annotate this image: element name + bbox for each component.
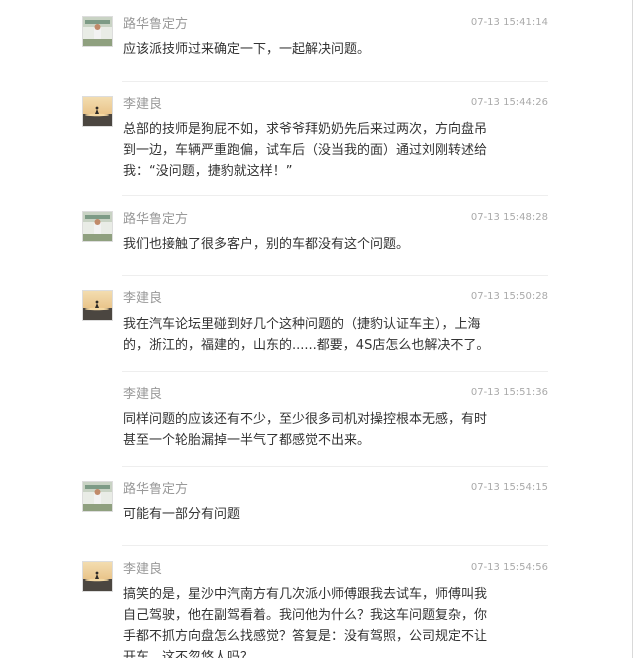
author-name[interactable]: 路华鲁定方	[123, 212, 188, 228]
divider	[122, 466, 548, 467]
post-timestamp: 07-13 15:44:26	[470, 97, 548, 108]
comment-item: 路华鲁定方 07-13 15:41:14 应该派技师过来确定一下，一起解决问题。	[82, 16, 548, 76]
divider	[122, 81, 548, 82]
divider	[122, 275, 548, 276]
post-timestamp: 07-13 15:54:56	[470, 562, 548, 573]
comment-text: 我们也接触了很多客户，别的车都没有这个问题。	[123, 237, 410, 252]
comment-item: 路华鲁定方 07-13 15:54:15 可能有一部分有问题	[82, 481, 548, 541]
sunset-lake-icon[interactable]	[82, 561, 113, 592]
author-name[interactable]: 李建良	[123, 291, 162, 307]
comment-item: 李建良 07-13 15:50:28 我在汽车论坛里碰到好几个这种问题的（捷豹认…	[82, 290, 548, 365]
comment-text: 搞笑的是，星沙中汽南方有几次派小师傅跟我去试车，师傅叫我 自己驾驶，他在副驾看着…	[123, 587, 488, 658]
comment-text: 同样问题的应该还有不少，至少很多司机对操控根本无感，有时 甚至一个轮胎漏掉一半气…	[123, 412, 488, 448]
dealer-logo-icon[interactable]	[82, 16, 113, 47]
comment-item: 李建良 07-13 15:54:56 搞笑的是，星沙中汽南方有几次派小师傅跟我去…	[82, 561, 548, 658]
post-timestamp: 07-13 15:48:28	[470, 212, 548, 223]
divider	[122, 371, 548, 372]
sunset-lake-icon[interactable]	[82, 96, 113, 127]
author-name[interactable]: 李建良	[123, 562, 162, 578]
sunset-lake-icon[interactable]	[82, 290, 113, 321]
divider	[122, 545, 548, 546]
author-name[interactable]: 李建良	[123, 97, 162, 113]
comment-text: 可能有一部分有问题	[123, 507, 241, 522]
post-timestamp: 07-13 15:41:14	[470, 17, 548, 28]
divider	[122, 195, 548, 196]
post-timestamp: 07-13 15:54:15	[470, 482, 548, 493]
author-name[interactable]: 路华鲁定方	[123, 17, 188, 33]
dealer-logo-icon[interactable]	[82, 481, 113, 512]
comment-text: 我在汽车论坛里碰到好几个这种问题的（捷豹认证车主），上海 的，浙江的，福建的，山…	[123, 317, 490, 353]
comment-item: 李建良 07-13 15:44:26 总部的技师是狗屁不如，求爷爷拜奶奶先后来过…	[82, 96, 548, 191]
comment-thread: 路华鲁定方 07-13 15:41:14 应该派技师过来确定一下，一起解决问题。	[0, 0, 636, 658]
comment-item: 李建良 07-13 15:51:36 同样问题的应该还有不少，至少很多司机对操控…	[82, 386, 548, 461]
post-timestamp: 07-13 15:50:28	[470, 291, 548, 302]
author-name[interactable]: 路华鲁定方	[123, 482, 188, 498]
author-name[interactable]: 李建良	[123, 387, 162, 403]
dealer-logo-icon[interactable]	[82, 211, 113, 242]
post-timestamp: 07-13 15:51:36	[470, 387, 548, 398]
comment-text: 应该派技师过来确定一下，一起解决问题。	[123, 42, 371, 57]
scroll-edge-divider	[632, 0, 633, 658]
comment-text: 总部的技师是狗屁不如，求爷爷拜奶奶先后来过两次，方向盘吊 到一边，车辆严重跑偏，…	[123, 122, 488, 179]
comment-item: 路华鲁定方 07-13 15:48:28 我们也接触了很多客户，别的车都没有这个…	[82, 211, 548, 271]
